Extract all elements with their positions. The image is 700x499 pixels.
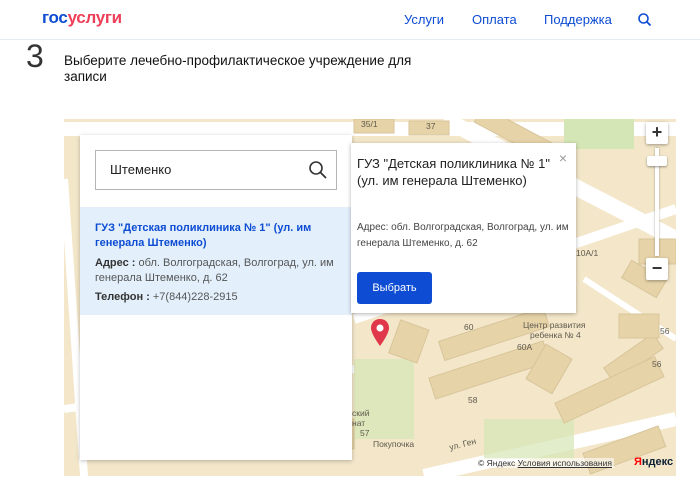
- map-balloon: × ГУЗ "Детская поликлиника № 1" (ул. им …: [351, 143, 576, 313]
- zoom-slider-thumb[interactable]: [647, 156, 667, 166]
- terms-link[interactable]: Условия использования: [518, 458, 612, 468]
- search-panel: ГУЗ "Детская поликлиника № 1" (ул. им ге…: [80, 135, 352, 460]
- map-label: 35/1: [361, 119, 378, 129]
- map-label: 60A: [517, 342, 533, 352]
- nav-services[interactable]: Услуги: [404, 12, 444, 27]
- result-name[interactable]: ГУЗ "Детская поликлиника № 1" (ул. им ге…: [95, 221, 337, 251]
- balloon-address: Адрес: обл. Волгоградская, Волгоград, ул…: [357, 222, 569, 249]
- result-phone: Телефон : +7(844)228-2915: [95, 291, 337, 303]
- top-header: госуслуги Услуги Оплата Поддержка: [0, 0, 700, 40]
- zoom-out-button[interactable]: −: [646, 258, 668, 280]
- map-label: 58: [468, 395, 478, 405]
- nav-payment[interactable]: Оплата: [472, 12, 517, 27]
- map-label: 37: [426, 121, 436, 131]
- step-number: 3: [26, 38, 44, 74]
- map-label: 56: [652, 359, 662, 369]
- close-icon[interactable]: ×: [556, 151, 570, 165]
- zoom-control: + −: [646, 122, 668, 284]
- map-label: ребенка № 4: [530, 330, 581, 340]
- map-copyright: © Яндекс Условия использования: [476, 458, 614, 468]
- address-label: Адрес :: [95, 257, 136, 269]
- balloon-title: ГУЗ "Детская поликлиника № 1" (ул. им ге…: [357, 156, 551, 188]
- search-icon[interactable]: [636, 11, 654, 29]
- map-label: нат: [352, 418, 366, 428]
- map-label: Центр развития: [523, 320, 586, 330]
- map-label: 60: [464, 322, 474, 332]
- map-label: Покупочка: [373, 439, 415, 449]
- nav-support[interactable]: Поддержка: [544, 12, 612, 27]
- phone-value: +7(844)228-2915: [149, 291, 238, 303]
- map-label: 10А/1: [576, 248, 599, 258]
- search-field[interactable]: [95, 150, 337, 190]
- result-address: Адрес : обл. Волгоградская, Волгоград, у…: [95, 256, 337, 286]
- yandex-logo[interactable]: Яндекс: [634, 456, 673, 468]
- select-button[interactable]: Выбрать: [357, 272, 432, 304]
- gosuslugi-logo[interactable]: госуслуги: [42, 8, 122, 28]
- map-label: 57: [360, 428, 370, 438]
- search-result-item[interactable]: ГУЗ "Детская поликлиника № 1" (ул. им ге…: [80, 207, 352, 315]
- zoom-in-button[interactable]: +: [646, 122, 668, 144]
- phone-label: Телефон :: [95, 291, 150, 303]
- search-input[interactable]: [110, 162, 300, 177]
- map-marker-icon[interactable]: [370, 318, 390, 348]
- map-label: ский: [352, 408, 370, 418]
- search-icon[interactable]: [308, 160, 328, 180]
- map-label: 56: [660, 326, 670, 336]
- step-title: Выберите лечебно-профилактическое учрежд…: [64, 53, 412, 84]
